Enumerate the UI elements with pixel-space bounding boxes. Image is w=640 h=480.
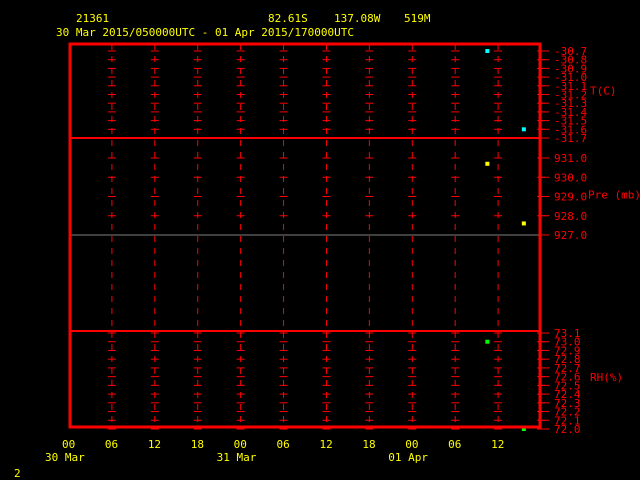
panel-label: T(C) xyxy=(590,85,617,98)
x-tick-label: 06 xyxy=(277,438,290,451)
y-tick-label: 930.0 xyxy=(554,171,587,184)
latitude: 82.61S xyxy=(268,12,308,25)
x-tick-label: 00 xyxy=(234,438,247,451)
x-tick-label: 00 xyxy=(405,438,418,451)
date-label: 01 Apr xyxy=(388,451,428,464)
panel-label: RH(%) xyxy=(590,371,623,384)
data-point xyxy=(485,339,490,344)
page-number: 2 xyxy=(14,467,21,480)
x-tick-label: 12 xyxy=(491,438,504,451)
panel-label: Pre (mb) xyxy=(588,189,640,202)
x-tick-label: 06 xyxy=(105,438,118,451)
x-tick-label: 12 xyxy=(148,438,161,451)
date-label: 31 Mar xyxy=(217,451,257,464)
time-range: 30 Mar 2015/050000UTC - 01 Apr 2015/1700… xyxy=(56,26,354,39)
y-tick-label: 929.0 xyxy=(554,191,587,204)
x-tick-label: 18 xyxy=(362,438,375,451)
y-tick-label: 72.0 xyxy=(554,423,581,436)
data-point xyxy=(485,49,490,53)
data-point xyxy=(521,127,526,132)
data-point xyxy=(485,161,490,166)
meteogram: 21361 82.61S 137.08W 519M 30 Mar 2015/05… xyxy=(14,12,640,480)
x-tick-label: 18 xyxy=(191,438,204,451)
x-tick-label: 00 xyxy=(62,438,75,451)
y-tick-label: -31.7 xyxy=(554,132,587,145)
y-tick-label: 931.0 xyxy=(554,152,587,165)
elevation: 519M xyxy=(404,12,431,25)
x-tick-label: 12 xyxy=(319,438,332,451)
y-tick-label: 927.0 xyxy=(554,229,587,242)
x-tick-label: 06 xyxy=(448,438,461,451)
data-point xyxy=(521,221,526,226)
longitude: 137.08W xyxy=(334,12,381,25)
station-id: 21361 xyxy=(76,12,109,25)
date-label: 30 Mar xyxy=(45,451,85,464)
y-tick-label: 928.0 xyxy=(554,210,587,223)
